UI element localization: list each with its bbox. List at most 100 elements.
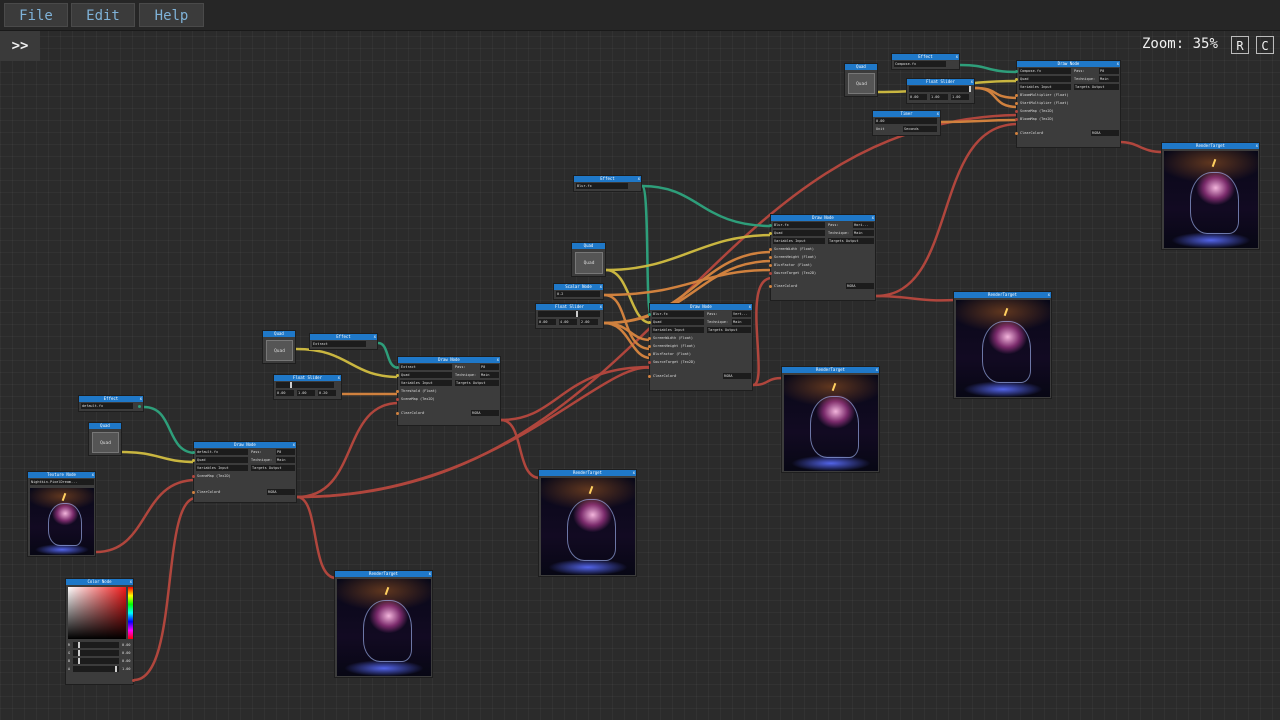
timer-node[interactable]: Timer x 0.00 Unit Seconds — [872, 110, 941, 136]
quad-button[interactable]: Quad — [266, 340, 293, 361]
input-port[interactable] — [769, 231, 772, 235]
close-icon[interactable]: x — [429, 571, 431, 577]
draw-node-5[interactable]: Draw Node x Compose.fx Pass: P0 Quad Techniq… — [1015, 60, 1121, 148]
hue-slider[interactable] — [128, 587, 133, 639]
input-port[interactable] — [192, 474, 195, 478]
input-port[interactable] — [192, 458, 195, 462]
g-slider[interactable] — [73, 650, 119, 656]
min-field[interactable]: 0.00 — [538, 319, 556, 325]
input-port[interactable] — [769, 223, 772, 227]
draw-node-3[interactable]: Draw Node x Blur.fx Pass: Vert... Quad Techn… — [648, 303, 753, 391]
max-field[interactable]: 4.00 — [559, 319, 577, 325]
technique-select[interactable]: Main — [732, 319, 751, 325]
render-target-4[interactable]: RenderTarget x — [953, 291, 1052, 399]
input-port[interactable] — [396, 365, 399, 369]
clear-color-select[interactable]: RGBA — [267, 489, 295, 495]
quad-button[interactable]: Quad — [575, 252, 603, 274]
pass-select[interactable]: P0 — [1099, 68, 1119, 74]
technique-select[interactable]: Main — [853, 230, 874, 236]
input-port[interactable] — [396, 397, 399, 401]
effect-select[interactable]: Compose.fx — [894, 61, 946, 67]
input-port[interactable] — [648, 312, 651, 316]
technique-select[interactable]: Main — [1099, 76, 1119, 82]
input-port[interactable] — [769, 271, 772, 275]
min-field[interactable]: 0.00 — [909, 94, 927, 100]
output-port[interactable] — [132, 679, 135, 682]
float-slider-track[interactable] — [538, 311, 600, 317]
float-slider-2[interactable]: Float Slider x 0.00 4.00 2.00 — [535, 303, 604, 329]
input-port[interactable] — [1015, 101, 1018, 105]
close-icon[interactable]: x — [1048, 292, 1050, 298]
input-port[interactable] — [1015, 131, 1018, 135]
close-icon[interactable]: x — [130, 579, 132, 585]
pass-select[interactable]: Hori... — [853, 222, 874, 228]
close-icon[interactable]: x — [1256, 143, 1258, 149]
scalar-node[interactable]: Scalar Node x 0.2 — [553, 283, 604, 300]
input-port[interactable] — [396, 411, 399, 415]
float-slider-3[interactable]: Float Slider x 0.00 1.00 1.00 — [906, 78, 975, 104]
float-slider-1[interactable]: Float Slider x 0.00 1.00 0.20 — [273, 374, 342, 400]
input-port[interactable] — [648, 352, 651, 356]
input-port[interactable] — [1015, 117, 1018, 121]
max-field[interactable]: 1.00 — [297, 390, 315, 396]
input-port[interactable] — [396, 389, 399, 393]
effect-node-extract[interactable]: Effect x Extract — [309, 333, 378, 350]
input-port[interactable] — [769, 263, 772, 267]
input-port[interactable] — [396, 373, 399, 377]
render-target-5[interactable]: RenderTarget x — [1161, 142, 1260, 250]
clear-color-select[interactable]: RGBA — [471, 410, 499, 416]
input-port[interactable] — [769, 255, 772, 259]
input-port[interactable] — [648, 336, 651, 340]
input-port[interactable] — [769, 284, 772, 288]
input-port[interactable] — [648, 344, 651, 348]
value-field[interactable]: 2.00 — [580, 319, 598, 325]
quad-node-2[interactable]: Quad Quad — [262, 330, 296, 364]
pass-select[interactable]: P0 — [276, 449, 295, 455]
clear-color-select[interactable]: RGBA — [723, 373, 751, 379]
input-port[interactable] — [192, 450, 195, 454]
scalar-value-field[interactable]: 0.2 — [556, 291, 600, 297]
input-port[interactable] — [769, 247, 772, 251]
quad-button[interactable]: Quad — [92, 432, 119, 453]
close-icon[interactable]: x — [876, 367, 878, 373]
float-slider-track[interactable] — [909, 86, 971, 92]
render-target-3[interactable]: RenderTarget x — [781, 366, 880, 473]
quad-node-1[interactable]: Quad Quad — [88, 422, 122, 456]
technique-select[interactable]: Main — [276, 457, 295, 463]
quad-button[interactable]: Quad — [848, 73, 875, 94]
render-target-1[interactable]: RenderTarget x — [334, 570, 433, 678]
effect-node-default[interactable]: Effect x default.fx — [78, 395, 144, 412]
input-port[interactable] — [1015, 109, 1018, 113]
value-field[interactable]: 1.00 — [951, 94, 969, 100]
input-port[interactable] — [1015, 77, 1018, 81]
value-field[interactable]: 0.20 — [318, 390, 336, 396]
pass-select[interactable]: P0 — [480, 364, 499, 370]
input-port[interactable] — [648, 360, 651, 364]
color-picker-area[interactable] — [68, 587, 126, 639]
r-slider[interactable] — [73, 642, 119, 648]
technique-select[interactable]: Main — [480, 372, 499, 378]
effect-node-blur[interactable]: Effect x Blur.fx — [573, 175, 642, 192]
input-port[interactable] — [192, 490, 195, 494]
input-port[interactable] — [1015, 93, 1018, 97]
a-slider[interactable] — [73, 666, 119, 672]
draw-node-1[interactable]: Draw Node x default.fx Pass: P0 Quad Techniq… — [192, 441, 297, 503]
texture-node[interactable]: Texture Node x Nightkin.PixelDream... — [27, 471, 96, 557]
max-field[interactable]: 1.00 — [930, 94, 948, 100]
b-slider[interactable] — [73, 658, 119, 664]
float-slider-track[interactable] — [276, 382, 334, 388]
color-node[interactable]: Color Node x R 0.00 G 0.00 B 0.00 A 1.00 — [65, 578, 135, 685]
quad-node-4[interactable]: Quad Quad — [844, 63, 878, 97]
quad-node-3[interactable]: Quad Quad — [571, 242, 606, 277]
output-port[interactable] — [138, 404, 141, 408]
clear-color-select[interactable]: RGBA — [1091, 130, 1119, 136]
timer-value-field[interactable]: 0.00 — [875, 118, 937, 124]
effect-select[interactable]: Extract — [312, 341, 366, 347]
input-port[interactable] — [648, 374, 651, 378]
draw-node-4[interactable]: Draw Node x Blur.fx Pass: Hori... Quad Techn… — [769, 214, 876, 301]
texture-file-field[interactable]: Nightkin.PixelDream... — [30, 479, 94, 485]
unit-select[interactable]: Seconds — [903, 126, 937, 132]
input-port[interactable] — [1015, 69, 1018, 73]
render-target-2[interactable]: RenderTarget x — [538, 469, 637, 577]
min-field[interactable]: 0.00 — [276, 390, 294, 396]
